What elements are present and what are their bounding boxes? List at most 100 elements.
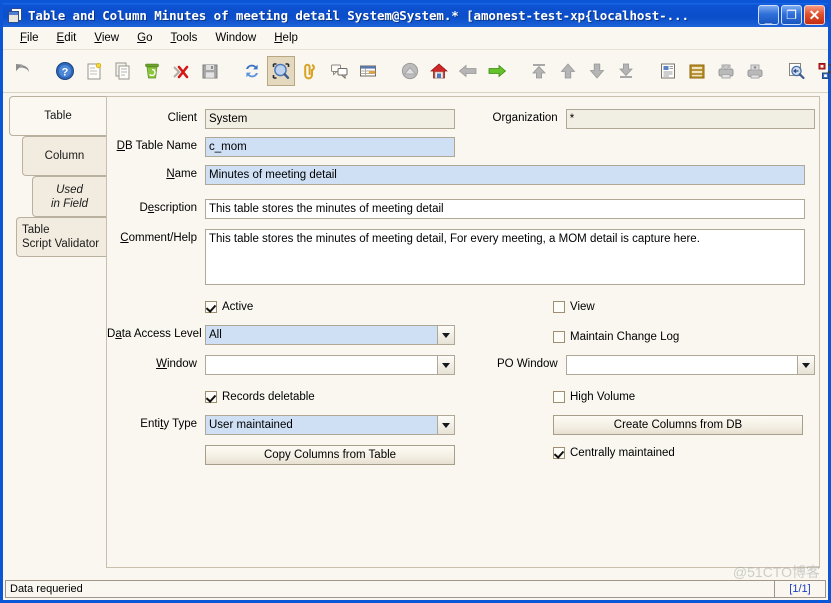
centrally-maintained-label: Centrally maintained xyxy=(570,447,675,459)
active-checkbox[interactable]: Active xyxy=(205,301,253,313)
forward-arrow-icon[interactable] xyxy=(483,56,511,86)
tab-table-script-validator[interactable]: Table Script Validator xyxy=(16,217,106,257)
entity-type-combo[interactable]: User maintained xyxy=(205,415,455,435)
zoom-query-icon[interactable] xyxy=(267,56,295,86)
client-input[interactable]: System xyxy=(205,109,455,129)
window-controls: _ ❐ ✕ xyxy=(758,5,825,25)
create-columns-from-db-button[interactable]: Create Columns from DB xyxy=(553,415,803,435)
field-row-centrally-maintained: Centrally maintained xyxy=(553,447,675,459)
po-window-label: PO Window xyxy=(497,358,558,370)
entity-type-label: Entity Type xyxy=(140,418,197,430)
refresh-icon[interactable] xyxy=(238,56,266,86)
table-form-panel: Client System Organization * DB Table Na… xyxy=(106,96,820,568)
data-access-level-combo[interactable]: All xyxy=(205,325,455,345)
delete-selection-icon[interactable] xyxy=(167,56,195,86)
records-deletable-checkbox[interactable]: Records deletable xyxy=(205,391,315,403)
maintain-change-log-checkbox[interactable]: Maintain Change Log xyxy=(553,331,679,343)
comment-help-input[interactable]: This table stores the minutes of meeting… xyxy=(205,229,805,285)
name-input[interactable]: Minutes of meeting detail xyxy=(205,165,805,185)
tab-column[interactable]: Column xyxy=(22,136,106,176)
field-row-description: Description This table stores the minute… xyxy=(107,199,813,219)
report-grid-icon[interactable] xyxy=(354,56,382,86)
tab-used-in-field[interactable]: Used in Field xyxy=(32,176,106,217)
first-record-icon[interactable] xyxy=(525,56,553,86)
organization-label: Organization xyxy=(492,112,558,124)
client-label: Client xyxy=(167,112,197,124)
parent-record-icon[interactable] xyxy=(396,56,424,86)
report-icon[interactable] xyxy=(654,56,682,86)
active-label: Active xyxy=(222,301,254,313)
previous-record-icon[interactable] xyxy=(554,56,582,86)
tab-script-label-line2: Script Validator xyxy=(22,238,100,250)
toolbar: ? xyxy=(3,50,831,93)
close-button[interactable]: ✕ xyxy=(804,5,825,25)
view-label: View xyxy=(570,301,595,313)
field-row-create-columns: Create Columns from DB xyxy=(553,415,803,435)
menu-help[interactable]: Help xyxy=(265,29,307,47)
field-row-organization: Organization * xyxy=(465,109,815,129)
title-bar: Table and Column Minutes of meeting deta… xyxy=(3,3,828,27)
tab-table[interactable]: Table xyxy=(9,96,106,136)
maximize-button[interactable]: ❐ xyxy=(781,5,802,25)
db-table-name-input[interactable]: c_mom xyxy=(205,137,455,157)
description-label: Description xyxy=(139,202,197,214)
chevron-down-icon[interactable] xyxy=(437,356,454,374)
menu-window[interactable]: Window xyxy=(206,29,265,47)
chevron-down-icon[interactable] xyxy=(437,416,454,434)
print-icon[interactable] xyxy=(741,56,769,86)
field-row-window: Window xyxy=(107,355,457,375)
copy-columns-from-table-button[interactable]: Copy Columns from Table xyxy=(205,445,455,465)
view-checkbox[interactable]: View xyxy=(553,301,595,313)
menu-go[interactable]: Go xyxy=(128,29,161,47)
zoom-across-icon[interactable] xyxy=(783,56,811,86)
undo-icon[interactable] xyxy=(9,56,37,86)
next-record-icon[interactable] xyxy=(583,56,611,86)
active-checkbox-box xyxy=(205,301,217,313)
status-message: Data requeried xyxy=(5,580,774,598)
copy-record-icon[interactable] xyxy=(109,56,137,86)
workflow-icon[interactable] xyxy=(812,56,831,86)
last-record-icon[interactable] xyxy=(612,56,640,86)
entity-type-value: User maintained xyxy=(206,416,437,434)
organization-input[interactable]: * xyxy=(565,109,815,129)
field-row-view: View xyxy=(553,301,595,313)
window-value xyxy=(206,356,437,374)
minimize-button[interactable]: _ xyxy=(758,5,779,25)
back-arrow-icon[interactable] xyxy=(454,56,482,86)
field-row-client: Client System xyxy=(107,109,457,129)
chevron-down-icon[interactable] xyxy=(437,326,454,344)
po-window-combo[interactable] xyxy=(565,355,815,375)
tab-table-label: Table xyxy=(44,110,72,122)
chevron-down-icon[interactable] xyxy=(797,356,814,374)
archive-icon[interactable] xyxy=(683,56,711,86)
high-volume-checkbox[interactable]: High Volume xyxy=(553,391,635,403)
window-combo[interactable] xyxy=(205,355,455,375)
menu-edit[interactable]: Edit xyxy=(48,29,86,47)
delete-record-icon[interactable] xyxy=(138,56,166,86)
centrally-maintained-checkbox[interactable]: Centrally maintained xyxy=(553,447,675,459)
help-icon[interactable]: ? xyxy=(51,56,79,86)
menu-tools[interactable]: Tools xyxy=(161,29,206,47)
data-access-level-value: All xyxy=(206,326,437,344)
description-input[interactable]: This table stores the minutes of meeting… xyxy=(205,199,805,219)
comment-help-label: Comment/Help xyxy=(120,232,197,244)
field-row-copy-columns: Copy Columns from Table xyxy=(205,445,455,465)
print-preview-icon[interactable] xyxy=(712,56,740,86)
records-deletable-label: Records deletable xyxy=(222,391,315,403)
toolbar-separator xyxy=(512,56,524,86)
application-window: Table and Column Minutes of meeting deta… xyxy=(0,0,831,603)
field-row-po-window: PO Window xyxy=(465,355,815,375)
status-bar: Data requeried [1/1] xyxy=(3,580,828,600)
menu-bar: File Edit View Go Tools Window Help xyxy=(3,27,828,50)
attachment-icon[interactable] xyxy=(296,56,324,86)
view-checkbox-box xyxy=(553,301,565,313)
toolbar-separator xyxy=(225,56,237,86)
menu-view[interactable]: View xyxy=(85,29,128,47)
save-icon[interactable] xyxy=(196,56,224,86)
menu-file[interactable]: File xyxy=(11,29,48,47)
field-row-name: Name Minutes of meeting detail xyxy=(107,165,813,185)
home-icon[interactable] xyxy=(425,56,453,86)
maximize-icon: ❐ xyxy=(786,8,797,22)
new-record-icon[interactable] xyxy=(80,56,108,86)
chat-icon[interactable] xyxy=(325,56,353,86)
